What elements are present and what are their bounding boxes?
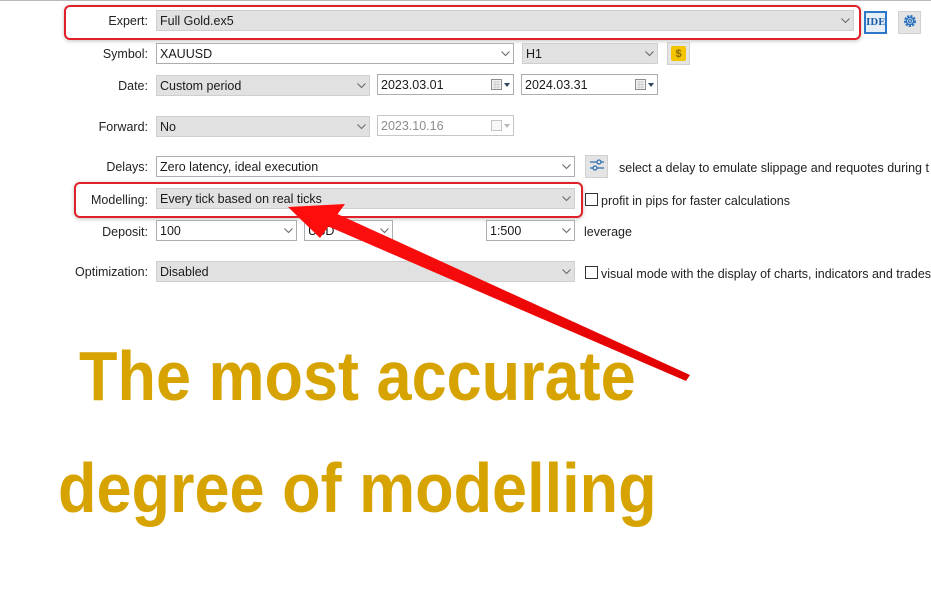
modelling-label: Modelling: [91,193,148,207]
delays-value: Zero latency, ideal execution [160,159,319,174]
optimization-label: Optimization: [75,265,148,279]
top-divider [0,0,931,1]
expert-select[interactable]: Full Gold.ex5 [156,10,854,31]
modelling-value: Every tick based on real ticks [160,191,322,206]
chevron-down-icon [558,262,574,281]
delays-label: Delays: [106,160,148,174]
chevron-down-icon [353,117,369,136]
deposit-value: 100 [160,223,181,238]
symbol-properties-button[interactable]: $ [667,42,690,65]
annotation-line-1: The most accurate [79,337,636,415]
chevron-down-icon [280,221,296,240]
symbol-value: XAUUSD [160,46,213,61]
forward-value: No [160,119,176,134]
forward-date-picker: 2023.10.16 [377,115,514,136]
ide-label: IDE [866,17,885,28]
date-from-value: 2023.03.01 [381,77,444,92]
chevron-down-icon [558,157,574,176]
timeframe-select[interactable]: H1 [522,43,658,64]
visual-mode-label: visual mode with the display of charts, … [601,267,931,281]
currency-select[interactable]: USD [304,220,393,241]
ide-button[interactable]: IDE [864,11,887,34]
leverage-value: 1:500 [490,223,522,238]
calendar-icon [489,116,513,135]
forward-date-value: 2023.10.16 [381,118,444,133]
date-label: Date: [118,79,148,93]
chevron-down-icon [558,221,574,240]
profit-in-pips-checkbox[interactable] [585,193,598,206]
deposit-label: Deposit: [102,225,148,239]
dollar-icon: $ [671,46,686,61]
settings-button[interactable] [898,11,921,34]
forward-select[interactable]: No [156,116,370,137]
modelling-select[interactable]: Every tick based on real ticks [156,188,575,209]
optimization-value: Disabled [160,264,209,279]
forward-label: Forward: [98,120,148,134]
timeframe-value: H1 [526,46,542,61]
optimization-select[interactable]: Disabled [156,261,575,282]
chevron-down-icon [558,189,574,208]
visual-mode-checkbox[interactable] [585,266,598,279]
leverage-label: leverage [584,225,632,239]
delays-note: select a delay to emulate slippage and r… [619,161,929,175]
chevron-down-icon [353,76,369,95]
calendar-icon[interactable] [633,75,657,94]
symbol-label: Symbol: [102,47,148,61]
profit-in-pips-label: profit in pips for faster calculations [601,194,790,208]
delays-settings-button[interactable] [585,155,608,178]
leverage-select[interactable]: 1:500 [486,220,575,241]
chevron-down-icon [497,44,513,63]
date-from-picker[interactable]: 2023.03.01 [377,74,514,95]
calendar-icon[interactable] [489,75,513,94]
chevron-down-icon [376,221,392,240]
chevron-down-icon [641,44,657,63]
delays-select[interactable]: Zero latency, ideal execution [156,156,575,177]
deposit-select[interactable]: 100 [156,220,297,241]
symbol-select[interactable]: XAUUSD [156,43,514,64]
currency-value: USD [308,223,335,238]
annotation-line-2: degree of modelling [58,449,657,527]
expert-label: Expert: [108,14,148,28]
date-to-value: 2024.03.31 [525,77,588,92]
gear-icon [902,13,918,32]
sliders-icon [589,158,605,175]
expert-value: Full Gold.ex5 [160,13,234,28]
date-to-picker[interactable]: 2024.03.31 [521,74,658,95]
chevron-down-icon [837,11,853,30]
date-range-value: Custom period [160,78,242,93]
date-range-select[interactable]: Custom period [156,75,370,96]
